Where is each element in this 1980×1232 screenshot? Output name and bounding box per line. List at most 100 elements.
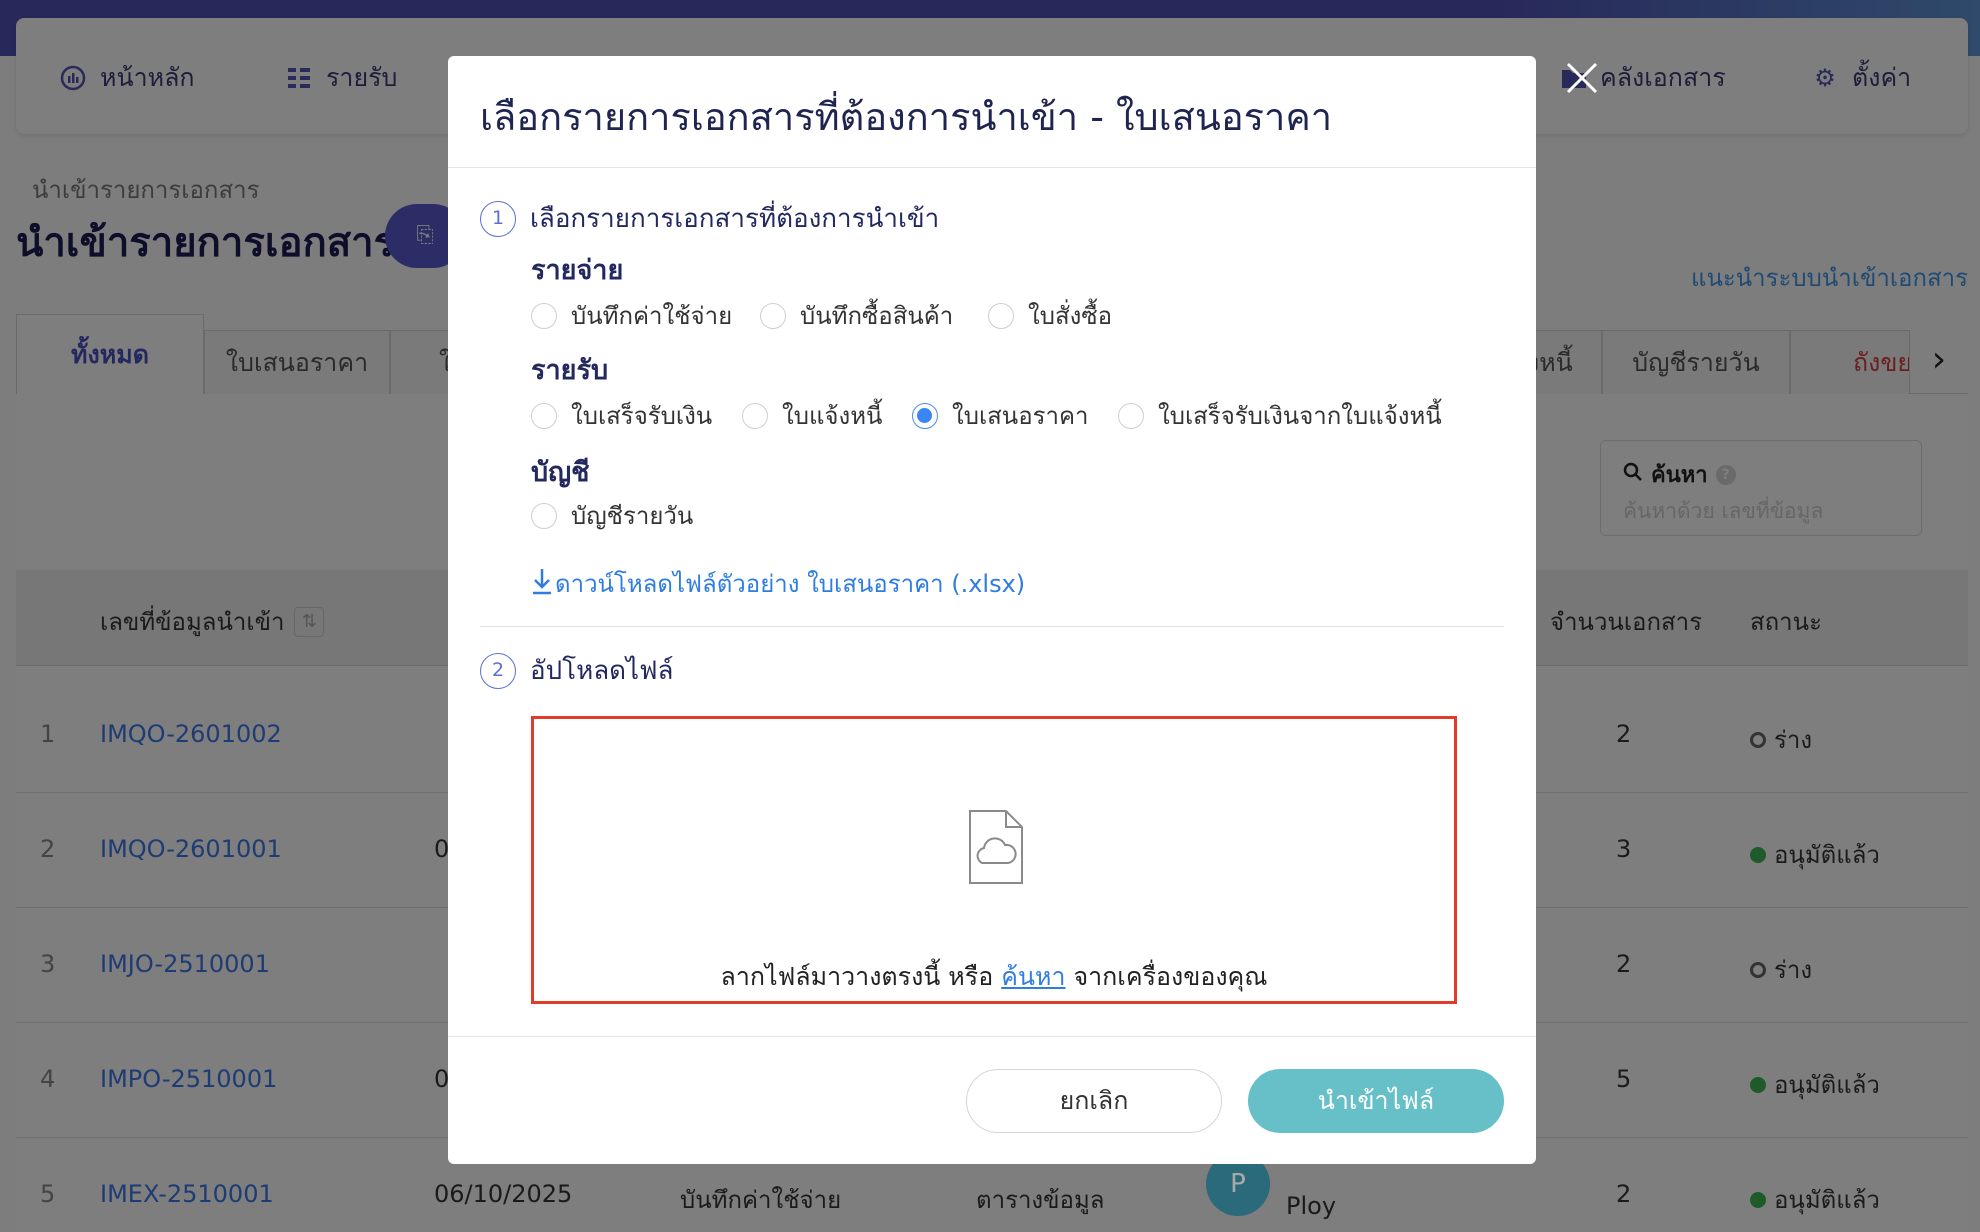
search-box[interactable]: ค้นหา ? ค้นหาด้วย เลขที่ข้อมูล: [1600, 440, 1922, 536]
radio-journal[interactable]: บัญชีรายวัน: [531, 496, 693, 535]
status-label: อนุมัติแล้ว: [1774, 841, 1880, 869]
search-label: ค้นหา: [1651, 463, 1708, 488]
search-input[interactable]: ค้นหาด้วย เลขที่ข้อมูล: [1623, 495, 1823, 528]
radio-circle[interactable]: [1118, 402, 1144, 429]
radio-receipt[interactable]: ใบเสร็จรับเงิน: [531, 396, 712, 435]
row-type: บันทึกค่าใช้จ่าย: [680, 1186, 842, 1214]
status-draft-dot: [1750, 731, 1766, 748]
step-1-title: เลือกรายการเอกสารที่ต้องการนำเข้า: [530, 204, 940, 234]
group-label-account: บัญชี: [531, 457, 590, 488]
row-index: 5: [40, 1180, 56, 1208]
radio-label: บัญชีรายวัน: [571, 502, 694, 530]
row-doc-link[interactable]: IMQO-2601002: [100, 720, 282, 748]
row-doc-link[interactable]: IMQO-2601001: [100, 835, 282, 863]
tab-journal[interactable]: บัญชีรายวัน: [1602, 330, 1790, 394]
browse-files-link[interactable]: ค้นหา: [1001, 962, 1065, 991]
row-source: ตารางข้อมูล: [976, 1186, 1105, 1214]
help-icon[interactable]: ?: [1715, 464, 1736, 485]
status-approved-dot: [1750, 1076, 1766, 1093]
radio-purchase-order[interactable]: ใบสั่งซื้อ: [988, 296, 1112, 335]
step-2-header: 2 อัปโหลดไฟล์: [480, 650, 673, 691]
radio-circle[interactable]: [760, 302, 786, 329]
status-draft-dot: [1750, 961, 1766, 978]
sort-icon[interactable]: ⇅: [294, 606, 325, 637]
import-file-button[interactable]: นำเข้าไฟล์: [1248, 1069, 1504, 1133]
step-2-title: อัปโหลดไฟล์: [530, 656, 674, 686]
chevron-right-icon: ›: [1931, 339, 1947, 380]
row-doc-link[interactable]: IMJO-2510001: [100, 950, 270, 978]
row-user: Ploy: [1286, 1192, 1337, 1220]
radio-circle[interactable]: [988, 302, 1014, 329]
header-doc-no-label: เลขที่ข้อมูลนำเข้า: [100, 608, 285, 636]
radio-circle-selected[interactable]: [912, 402, 938, 429]
search-label-row: ค้นหา ?: [1623, 457, 1736, 492]
radio-purchase-record[interactable]: บันทึกซื้อสินค้า: [760, 296, 953, 335]
dropzone-text: ลากไฟล์มาวางตรงนี้ หรือ ค้นหา จากเครื่อง…: [534, 957, 1454, 997]
status-badge: อนุมัติแล้ว: [1750, 1065, 1880, 1104]
nav-label-income: รายรับ: [326, 63, 398, 92]
row-date: 0: [434, 1065, 450, 1093]
help-link[interactable]: แนะนำระบบนำเข้าเอกสาร: [1691, 258, 1968, 297]
status-label: อนุมัติแล้ว: [1774, 1071, 1880, 1099]
nav-item-income[interactable]: รายรับ: [286, 58, 397, 98]
download-template-link[interactable]: ดาวน์โหลดไฟล์ตัวอย่าง ใบเสนอราคา (.xlsx): [531, 564, 1025, 603]
row-index: 2: [40, 835, 56, 863]
radio-quotation[interactable]: ใบเสนอราคา: [912, 396, 1089, 435]
row-index: 1: [40, 720, 56, 748]
radio-label: ใบแจ้งหนี้: [782, 402, 883, 430]
close-icon[interactable]: [1562, 58, 1602, 98]
radio-circle[interactable]: [742, 402, 768, 429]
status-badge: อนุมัติแล้ว: [1750, 1180, 1880, 1219]
row-doc-link[interactable]: IMEX-2510001: [100, 1180, 274, 1208]
search-icon: [1623, 462, 1643, 488]
chart-icon: [60, 65, 86, 91]
group-label-income: รายรับ: [531, 355, 609, 386]
tab-invoice[interactable]: งหนี้: [1526, 330, 1602, 394]
radio-label: ใบสั่งซื้อ: [1028, 302, 1113, 330]
row-doc-link[interactable]: IMPO-2510001: [100, 1065, 277, 1093]
modal-divider: [480, 626, 1504, 627]
radio-circle[interactable]: [531, 502, 557, 529]
radio-circle[interactable]: [531, 402, 557, 429]
row-date: 0: [434, 835, 450, 863]
download-icon: [531, 567, 553, 601]
radio-receipt-from-invoice[interactable]: ใบเสร็จรับเงินจากใบแจ้งหนี้: [1118, 396, 1442, 435]
nav-item-home[interactable]: หน้าหลัก: [60, 58, 195, 98]
tab-trash[interactable]: ถังขยะ: [1790, 330, 1910, 394]
download-link-label: ดาวน์โหลดไฟล์ตัวอย่าง ใบเสนอราคา (.xlsx): [555, 570, 1026, 598]
modal-footer: ยกเลิก นำเข้าไฟล์: [448, 1036, 1536, 1164]
cancel-button[interactable]: ยกเลิก: [966, 1069, 1222, 1133]
breadcrumb[interactable]: นำเข้ารายการเอกสาร: [32, 170, 259, 209]
step-2-number: 2: [480, 652, 516, 689]
row-count: 2: [1616, 950, 1632, 978]
step-1-number: 1: [480, 200, 516, 237]
status-label: อนุมัติแล้ว: [1774, 1186, 1880, 1214]
status-badge: อนุมัติแล้ว: [1750, 835, 1880, 874]
step-1-header: 1 เลือกรายการเอกสารที่ต้องการนำเข้า: [480, 198, 939, 239]
modal-header: เลือกรายการเอกสารที่ต้องการนำเข้า - ใบเส…: [448, 56, 1536, 168]
dropzone-text-before: ลากไฟล์มาวางตรงนี้ หรือ: [720, 962, 994, 991]
status-label: ร่าง: [1774, 956, 1813, 984]
radio-label: ใบเสนอราคา: [952, 402, 1089, 430]
nav-label-home: หน้าหลัก: [100, 63, 195, 92]
nav-item-settings[interactable]: ⚙ ตั้งค่า: [1812, 58, 1911, 98]
radio-label: ใบเสร็จรับเงินจากใบแจ้งหนี้: [1158, 402, 1442, 430]
nav-label-documents: คลังเอกสาร: [1600, 63, 1726, 92]
tabs-next-button[interactable]: ›: [1910, 330, 1968, 394]
list-icon: [286, 65, 312, 91]
gear-icon: ⚙: [1814, 64, 1836, 92]
import-modal: เลือกรายการเอกสารที่ต้องการนำเข้า - ใบเส…: [448, 56, 1536, 1164]
header-count: จำนวนเอกสาร: [1550, 608, 1702, 636]
page-title: นำเข้ารายการเอกสาร: [16, 220, 396, 266]
row-date: 06/10/2025: [434, 1180, 573, 1208]
file-dropzone[interactable]: ลากไฟล์มาวางตรงนี้ หรือ ค้นหา จากเครื่อง…: [531, 716, 1457, 1004]
radio-invoice[interactable]: ใบแจ้งหนี้: [742, 396, 882, 435]
file-upload-icon: [964, 807, 1028, 887]
status-approved-dot: [1750, 1191, 1766, 1208]
radio-expense-record[interactable]: บันทึกค่าใช้จ่าย: [531, 296, 732, 335]
header-doc-no[interactable]: เลขที่ข้อมูลนำเข้า ⇅: [100, 602, 325, 641]
import-icon: ⎘: [416, 223, 434, 248]
tab-quotation[interactable]: ใบเสนอราคา: [204, 330, 390, 394]
radio-circle[interactable]: [531, 302, 557, 329]
row-index: 3: [40, 950, 56, 978]
